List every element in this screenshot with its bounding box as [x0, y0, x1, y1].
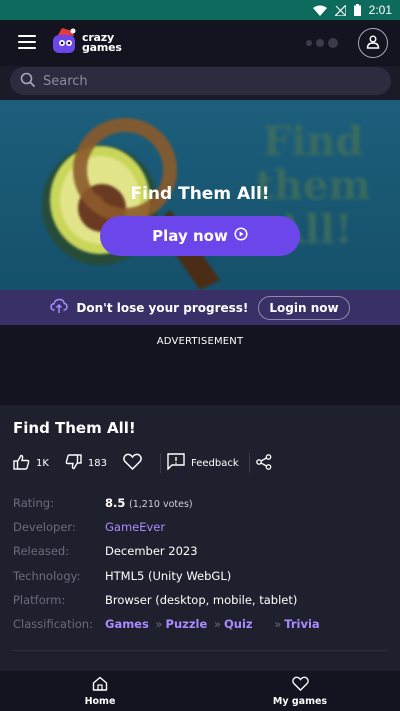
- heart-icon: [123, 453, 142, 473]
- menu-icon: [18, 34, 36, 53]
- actions-divider: [160, 453, 162, 473]
- save-progress-text: Don't lose your progress!: [76, 300, 249, 315]
- search-input[interactable]: [43, 73, 363, 89]
- wifi-icon: [312, 5, 327, 16]
- home-icon: [92, 676, 108, 694]
- game-title: Find Them All!: [13, 419, 136, 437]
- classification-tag-games[interactable]: Games: [105, 617, 149, 631]
- status-time: 2:01: [368, 3, 392, 17]
- favorite-button[interactable]: [123, 453, 142, 473]
- menu-button[interactable]: [12, 28, 42, 58]
- signal-icon: [334, 4, 346, 16]
- logo-text-games: games: [82, 41, 122, 54]
- released-value: December 2023: [105, 544, 198, 558]
- feedback-icon: [167, 453, 185, 473]
- tag-separator: »: [213, 617, 221, 631]
- platform-row: Platform: Browser (desktop, mobile, tabl…: [13, 593, 388, 607]
- bottom-navigation: Home My games: [0, 671, 400, 711]
- released-label: Released:: [13, 544, 70, 558]
- feedback-label: Feedback: [191, 457, 239, 469]
- technology-value: HTML5 (Unity WebGL): [105, 569, 232, 583]
- rating-row: Rating: 8.5 (1,210 votes): [13, 496, 388, 510]
- game-actions-row: 1K 183 Feedback: [13, 452, 388, 474]
- play-circle-icon: [234, 227, 248, 245]
- released-row: Released: December 2023: [13, 544, 388, 558]
- developer-row: Developer: GameEver: [13, 520, 388, 534]
- technology-label: Technology:: [13, 569, 81, 583]
- cloud-upload-icon: [50, 298, 69, 317]
- platform-label: Platform:: [13, 593, 66, 607]
- share-button[interactable]: [255, 453, 272, 473]
- logo-mascot-icon: [52, 27, 78, 59]
- advertisement-label: ADVERTISEMENT: [156, 336, 244, 347]
- classification-tag-quiz[interactable]: Quiz: [224, 617, 253, 631]
- share-icon: [255, 453, 272, 473]
- tag-separator: »: [274, 617, 282, 631]
- developer-label: Developer:: [13, 520, 76, 534]
- nav-home-label: Home: [84, 695, 116, 707]
- dislike-count: 183: [87, 457, 108, 469]
- like-count: 1K: [36, 457, 49, 469]
- classification-tag-trivia[interactable]: Trivia: [284, 617, 319, 631]
- heart-icon: [291, 676, 309, 694]
- nav-home[interactable]: Home: [0, 671, 200, 711]
- rating-label: Rating:: [13, 496, 54, 510]
- developer-link[interactable]: GameEver: [105, 520, 165, 534]
- technology-row: Technology: HTML5 (Unity WebGL): [13, 569, 388, 583]
- game-details-panel: [0, 405, 400, 671]
- tag-separator: »: [155, 617, 163, 631]
- search-icon: [20, 72, 35, 91]
- nav-my-games[interactable]: My games: [200, 671, 400, 711]
- hero-title: Find Them All!: [130, 184, 270, 204]
- classification-row: Classification: Games » Puzzle » Quiz » Tri…: [13, 617, 388, 631]
- profile-button[interactable]: [358, 28, 388, 58]
- play-now-button[interactable]: Play now: [100, 216, 300, 256]
- thumbs-down-icon: [65, 453, 82, 473]
- top-bar: crazy games: [0, 20, 400, 66]
- feedback-button[interactable]: Feedback: [167, 453, 239, 473]
- user-icon: [366, 34, 380, 53]
- platform-value: Browser (desktop, mobile, tablet): [105, 593, 298, 607]
- classification-tag-puzzle[interactable]: Puzzle: [166, 617, 208, 631]
- loading-dots: [306, 38, 338, 48]
- login-now-button[interactable]: Login now: [258, 295, 350, 320]
- classification-label: Classification:: [13, 617, 93, 631]
- battery-icon: [353, 4, 361, 16]
- like-button[interactable]: 1K: [13, 454, 49, 473]
- status-bar: 2:01: [0, 0, 400, 20]
- save-progress-banner: Don't lose your progress! Login now: [0, 290, 400, 325]
- actions-divider: [248, 453, 250, 473]
- thumbs-up-icon: [13, 454, 30, 473]
- play-now-label: Play now: [152, 227, 228, 245]
- nav-my-games-label: My games: [272, 695, 328, 707]
- search-bar[interactable]: [10, 67, 391, 95]
- details-divider: [13, 650, 388, 651]
- crazygames-logo[interactable]: crazy games: [52, 27, 122, 59]
- rating-votes: (1,210 votes): [129, 499, 193, 510]
- rating-value: 8.5: [105, 496, 126, 510]
- dislike-button[interactable]: 183: [65, 453, 108, 473]
